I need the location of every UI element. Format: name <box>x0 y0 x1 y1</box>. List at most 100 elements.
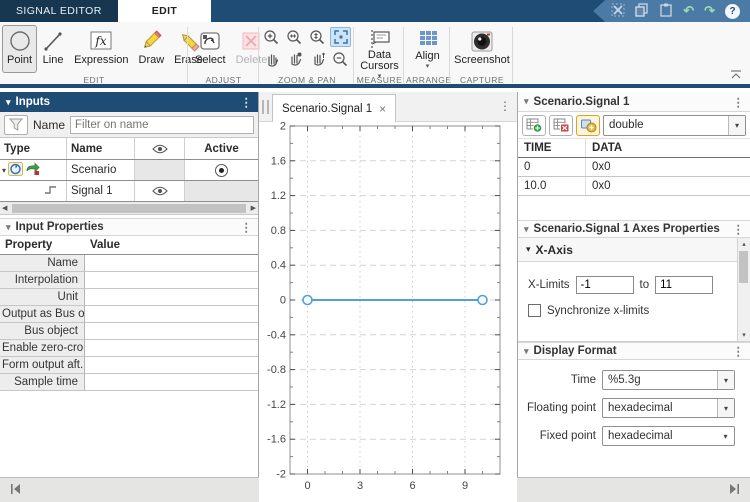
vscroll-thumb[interactable] <box>739 251 748 283</box>
data-cell[interactable]: 0x0 <box>586 158 750 176</box>
axes-properties-header[interactable]: ▾ Scenario.Signal 1 Axes Properties ⋮ <box>518 220 750 238</box>
group-arrange: Align ▾ ARRANGE <box>406 25 451 85</box>
pan-x-button[interactable] <box>284 49 305 69</box>
splitter-grip[interactable] <box>262 100 269 114</box>
sync-xlimits-label: Synchronize x-limits <box>547 304 650 317</box>
table-row[interactable]: 0 0x0 <box>518 158 750 177</box>
scroll-up-icon[interactable]: ▴ <box>742 240 746 248</box>
tab-signal-editor[interactable]: SIGNAL EDITOR <box>0 0 118 22</box>
display-format-menu-icon[interactable]: ⋮ <box>733 344 745 358</box>
property-value[interactable] <box>85 323 258 340</box>
pan-hand-icon <box>267 54 278 67</box>
align-button[interactable]: Align ▾ <box>406 25 449 73</box>
tab-edit[interactable]: EDIT <box>117 0 212 22</box>
signal1-visibility-toggle[interactable] <box>135 181 185 201</box>
sync-xlimits-checkbox[interactable] <box>528 304 541 317</box>
fixed-point-label: Fixed point <box>539 430 596 442</box>
signal-plot[interactable]: 2 1.6 1.2 0.8 0.4 0 -0.4 -0.8 -1.2 -1.6 -2 0 3 6 9 <box>259 121 517 502</box>
caret-down-icon: ▾ <box>526 244 531 254</box>
inputs-panel-header[interactable]: ▾ Inputs ⋮ <box>0 92 258 112</box>
tabstrip-menu-icon[interactable]: ⋮ <box>499 99 511 113</box>
signal-panel-header[interactable]: ▾ Scenario.Signal 1 ⋮ <box>518 92 750 112</box>
expression-button[interactable]: fx Expression <box>69 25 133 73</box>
datatype-value: double <box>609 119 644 131</box>
titlebar: SIGNAL EDITOR EDIT ↶ ↷ ? <box>0 0 750 22</box>
chevron-down-icon[interactable]: ▾ <box>728 115 745 135</box>
signal-panel-menu-icon[interactable]: ⋮ <box>733 95 745 109</box>
hscroll-thumb[interactable] <box>12 204 246 213</box>
close-icon[interactable]: × <box>379 102 386 116</box>
collapse-toolstrip-icon[interactable] <box>730 68 742 82</box>
input-properties-header[interactable]: ▾ Input Properties ⋮ <box>0 218 258 236</box>
x-min-field[interactable] <box>575 276 634 294</box>
add-signal-button[interactable] <box>576 114 600 136</box>
property-value[interactable] <box>85 306 258 323</box>
point-button[interactable]: Point <box>2 25 38 73</box>
line-button[interactable]: Line <box>37 25 69 73</box>
collapse-right-panel-icon[interactable] <box>728 483 740 497</box>
fixed-point-dropdown[interactable]: hexadecimal ▾ <box>602 426 735 446</box>
chevron-down-icon[interactable]: ▾ <box>717 399 734 417</box>
scroll-left-icon[interactable]: ◀ <box>2 204 7 212</box>
collapse-left-panel-icon[interactable] <box>10 483 22 497</box>
x-max-field[interactable] <box>655 276 714 294</box>
property-value[interactable] <box>85 255 258 272</box>
screenshot-button[interactable]: Screenshot <box>452 25 512 73</box>
pan-button[interactable] <box>261 49 282 69</box>
chevron-down-icon[interactable]: ▾ <box>717 427 734 445</box>
select-button[interactable]: Select <box>190 25 231 73</box>
datatype-dropdown[interactable]: double ▾ <box>603 114 746 136</box>
filter-input[interactable] <box>70 115 254 134</box>
time-cell[interactable]: 10.0 <box>518 177 586 195</box>
chevron-down-icon[interactable]: ▾ <box>717 371 734 389</box>
inputs-menu-icon[interactable]: ⋮ <box>241 95 253 109</box>
table-row[interactable]: 10.0 0x0 <box>518 177 750 196</box>
insert-row-button[interactable] <box>522 114 546 136</box>
time-format-dropdown[interactable]: %5.3g ▾ <box>602 370 735 390</box>
data-cursors-button[interactable]: Data Cursors ▾ <box>356 25 403 80</box>
zoom-out-button[interactable] <box>330 49 351 69</box>
delete-row-button[interactable] <box>549 114 573 136</box>
table-row-signal1[interactable]: Signal 1 <box>0 181 258 202</box>
data-cell[interactable]: 0x0 <box>586 177 750 195</box>
undo-icon[interactable]: ↶ <box>683 0 694 22</box>
property-value[interactable] <box>85 357 258 374</box>
help-icon[interactable]: ? <box>725 3 740 19</box>
property-value[interactable] <box>85 289 258 306</box>
floating-point-dropdown[interactable]: hexadecimal ▾ <box>602 398 735 418</box>
fit-to-view-button[interactable] <box>330 27 351 47</box>
cut-icon[interactable] <box>611 3 625 20</box>
axes-properties-menu-icon[interactable]: ⋮ <box>733 222 745 236</box>
x-axis-section-header[interactable]: ▾ X-Axis <box>518 238 737 262</box>
inputs-hscrollbar[interactable]: ◀ ▶ <box>0 202 258 215</box>
pan-y-button[interactable] <box>307 49 328 69</box>
expand-caret-icon[interactable]: ▾ <box>2 166 6 175</box>
scroll-down-icon[interactable]: ▾ <box>742 331 746 339</box>
fixed-point-format-row: Fixed point hexadecimal ▾ <box>518 422 750 450</box>
input-properties-title: Input Properties <box>15 221 104 233</box>
tab-scenario-signal1[interactable]: Scenario.Signal 1 × <box>272 94 397 122</box>
display-format-header[interactable]: ▾ Display Format ⋮ <box>518 342 750 360</box>
time-cell[interactable]: 0 <box>518 158 586 176</box>
align-grid-icon <box>416 28 440 50</box>
left-panel: ▾ Inputs ⋮ Name Type Name Active ▾ <box>0 92 259 502</box>
filter-button[interactable] <box>4 114 28 135</box>
input-properties-menu-icon[interactable]: ⋮ <box>241 220 253 234</box>
zoom-x-button[interactable] <box>284 27 305 47</box>
scenario-active-radio[interactable] <box>185 160 258 180</box>
property-value[interactable] <box>85 340 258 357</box>
toolbar-separator <box>353 27 354 83</box>
zoom-in-button[interactable] <box>261 27 282 47</box>
svg-text:0: 0 <box>280 295 286 307</box>
scroll-right-icon[interactable]: ▶ <box>251 204 256 212</box>
radio-selected-icon <box>215 163 228 177</box>
paste-icon[interactable] <box>659 3 673 20</box>
redo-icon[interactable]: ↷ <box>704 0 715 22</box>
property-value[interactable] <box>85 374 258 391</box>
col-type: Type <box>0 138 67 159</box>
draw-button[interactable]: Draw <box>134 25 170 73</box>
zoom-y-button[interactable] <box>307 27 328 47</box>
table-row-scenario[interactable]: ▾ Scenario <box>0 160 258 181</box>
copy-icon[interactable] <box>635 2 649 20</box>
property-value[interactable] <box>85 272 258 289</box>
